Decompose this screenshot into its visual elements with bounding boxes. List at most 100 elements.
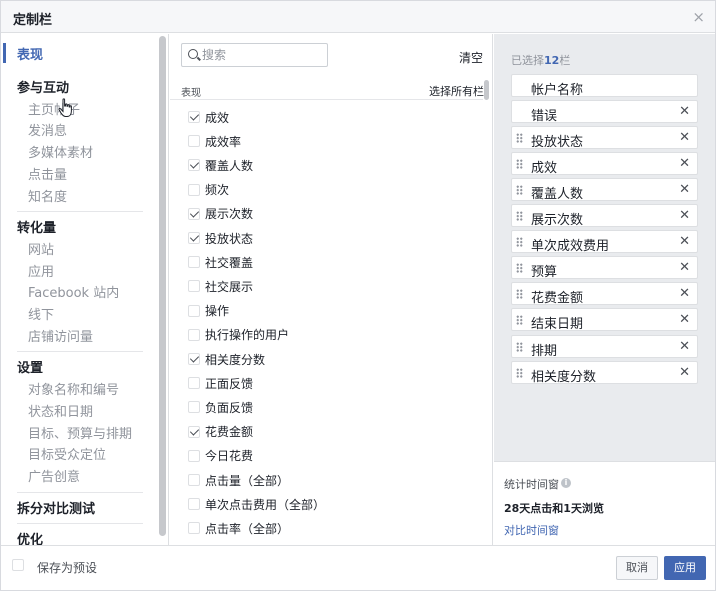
drag-handle-icon[interactable] — [516, 185, 523, 196]
checked-checkbox[interactable] — [188, 232, 200, 244]
drag-handle-icon[interactable] — [516, 341, 523, 352]
column-option[interactable]: 操作 — [188, 302, 229, 320]
selected-column-chip[interactable]: 错误 ✕ — [511, 100, 698, 124]
remove-icon[interactable]: ✕ — [679, 365, 690, 380]
column-option[interactable]: 频次 — [188, 181, 229, 199]
nav-sub-item[interactable]: 网站 — [28, 239, 54, 258]
remove-icon[interactable]: ✕ — [679, 208, 690, 223]
compare-windows-link[interactable]: 对比时间窗 — [504, 522, 559, 538]
column-option[interactable]: 社交覆盖 — [188, 253, 253, 271]
remove-icon[interactable]: ✕ — [679, 234, 690, 249]
checkbox[interactable] — [188, 449, 200, 462]
nav-sub-item[interactable]: 应用 — [28, 261, 54, 280]
remove-icon[interactable]: ✕ — [679, 312, 690, 327]
selected-column-chip[interactable]: 成效 ✕ — [511, 152, 698, 176]
apply-button[interactable]: 应用 — [664, 556, 706, 580]
selected-column-chip[interactable]: 投放状态 ✕ — [511, 126, 698, 150]
selected-column-chip[interactable]: 结束日期 ✕ — [511, 308, 698, 332]
column-option[interactable]: 花费金额 — [188, 423, 253, 441]
drag-handle-icon[interactable] — [516, 263, 523, 274]
column-option[interactable]: 点击率（全部） — [188, 519, 289, 537]
nav-sub-item[interactable]: 对象名称和编号 — [28, 379, 119, 398]
nav-sub-item[interactable]: 店铺访问量 — [28, 326, 93, 345]
checked-checkbox[interactable] — [188, 159, 200, 172]
selected-column-chip[interactable]: 相关度分数 ✕ — [511, 360, 698, 385]
remove-icon[interactable]: ✕ — [679, 104, 690, 119]
checkbox[interactable] — [188, 304, 200, 317]
select-all-link[interactable]: 选择所有栏 — [429, 83, 484, 99]
checkbox[interactable] — [188, 498, 200, 511]
nav-sub-item[interactable]: 广告创意 — [28, 466, 80, 485]
selected-column-chip[interactable]: 帐户名称 — [511, 74, 698, 98]
nav-item-performance[interactable]: 表现 — [17, 44, 43, 63]
checked-checkbox[interactable] — [188, 111, 200, 123]
close-icon[interactable]: × — [692, 8, 705, 26]
drag-handle-icon[interactable] — [516, 367, 523, 378]
nav-group-heading[interactable]: 设置 — [17, 357, 43, 376]
nav-scrollbar[interactable] — [159, 36, 166, 536]
column-option[interactable]: 相关度分数 — [188, 350, 265, 368]
checked-checkbox[interactable] — [188, 425, 200, 438]
column-option[interactable]: 负面反馈 — [188, 398, 253, 416]
checkbox[interactable] — [188, 328, 200, 341]
column-option[interactable]: 单次点击费用（全部） — [188, 495, 325, 513]
drag-handle-icon[interactable] — [516, 159, 523, 170]
remove-icon[interactable]: ✕ — [679, 156, 690, 171]
clear-button[interactable]: 清空 — [459, 49, 483, 66]
nav-sub-item[interactable]: 线下 — [28, 304, 54, 323]
nav-group-heading[interactable]: 优化 — [17, 529, 43, 545]
selected-column-chip[interactable]: 花费金额 ✕ — [511, 282, 698, 306]
nav-sub-item[interactable]: 知名度 — [28, 186, 67, 205]
nav-sub-item[interactable]: 发消息 — [28, 120, 67, 139]
checkbox[interactable] — [188, 280, 200, 293]
selected-column-chip[interactable]: 预算 ✕ — [511, 256, 698, 280]
nav-sub-item[interactable]: 多媒体素材 — [28, 142, 93, 161]
drag-handle-icon[interactable] — [516, 211, 523, 222]
nav-sub-item[interactable]: 目标、预算与排期 — [28, 423, 132, 442]
remove-icon[interactable]: ✕ — [679, 130, 690, 145]
column-option[interactable]: 成效率 — [188, 132, 241, 150]
checkbox[interactable] — [188, 401, 200, 414]
checkbox[interactable] — [188, 522, 200, 535]
column-option[interactable]: 社交展示 — [188, 277, 253, 295]
column-option[interactable]: 投放状态 — [188, 229, 253, 247]
column-option[interactable]: 覆盖人数 — [188, 156, 253, 174]
column-option[interactable]: 点击量（全部） — [188, 471, 289, 489]
nav-group-heading[interactable]: 拆分对比测试 — [17, 498, 95, 517]
drag-handle-icon[interactable] — [516, 289, 523, 300]
selected-column-chip[interactable]: 展示次数 ✕ — [511, 204, 698, 228]
info-icon[interactable]: i — [561, 478, 571, 488]
remove-icon[interactable]: ✕ — [679, 286, 690, 301]
column-option[interactable]: 执行操作的用户 — [188, 326, 289, 344]
nav-sub-item[interactable]: 点击量 — [28, 164, 67, 183]
remove-icon[interactable]: ✕ — [679, 339, 690, 354]
checkbox[interactable] — [188, 474, 200, 486]
checkbox[interactable] — [188, 135, 200, 148]
save-preset-checkbox[interactable] — [12, 559, 24, 571]
nav-sub-item[interactable]: 目标受众定位 — [28, 444, 106, 463]
drag-handle-icon[interactable] — [516, 133, 523, 144]
cancel-button[interactable]: 取消 — [616, 556, 658, 580]
drag-handle-icon[interactable] — [516, 315, 523, 326]
nav-group-heading[interactable]: 转化量 — [17, 217, 56, 236]
column-option[interactable]: 正面反馈 — [188, 374, 253, 392]
column-option[interactable]: 展示次数 — [188, 205, 253, 223]
nav-sub-item[interactable]: Facebook 站内 — [28, 282, 119, 301]
column-option[interactable]: 成效 — [188, 108, 229, 126]
selected-column-chip[interactable]: 覆盖人数 ✕ — [511, 178, 698, 202]
checked-checkbox[interactable] — [188, 207, 200, 220]
selected-column-chip[interactable]: 单次成效费用 ✕ — [511, 230, 698, 254]
nav-sub-item[interactable]: 状态和日期 — [28, 401, 93, 420]
checkbox[interactable] — [188, 183, 200, 196]
checkbox[interactable] — [188, 377, 200, 390]
drag-handle-icon[interactable] — [516, 237, 523, 248]
checkbox[interactable] — [188, 256, 200, 269]
remove-icon[interactable]: ✕ — [679, 182, 690, 197]
remove-icon[interactable]: ✕ — [679, 260, 690, 275]
options-scrollbar[interactable] — [484, 80, 489, 100]
column-option[interactable]: 今日花费 — [188, 447, 253, 465]
selected-column-chip[interactable]: 排期 ✕ — [511, 334, 698, 359]
search-input[interactable] — [202, 46, 324, 64]
checked-checkbox[interactable] — [188, 353, 200, 365]
nav-group-heading[interactable]: 参与互动 — [17, 77, 69, 96]
